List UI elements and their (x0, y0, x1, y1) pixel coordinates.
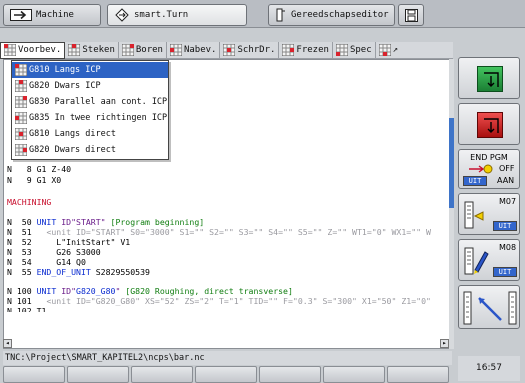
menu-frezen[interactable]: Frezen (279, 41, 333, 59)
grid-cycle-icon (335, 44, 348, 56)
bottom-softkey-row (3, 366, 449, 383)
tab-tool-editor[interactable]: Gereedschapseditor (268, 4, 395, 26)
coolant-pen-icon (464, 247, 489, 275)
dropdown-item-g810-icp[interactable]: G810 Langs ICP (12, 62, 168, 78)
dropdown-item-g835[interactable]: G835 In twee richtingen ICP (12, 110, 168, 126)
end-pgm-label: END PGM (470, 153, 508, 162)
code-line-50: N 50 UNIT ID"START" [Program beginning] (7, 217, 205, 227)
grid-cycle-icon (15, 128, 27, 140)
nc-stop-softkey[interactable] (458, 103, 520, 145)
dropdown-item-g810-direct[interactable]: G810 Langs direct (12, 126, 168, 142)
menu-voorbev[interactable]: Voorbev. (0, 41, 66, 59)
grid-cycle-icon (169, 44, 182, 56)
code-line-100: N 100 UNIT ID"G820_G80" [G820 Roughing, … (7, 286, 293, 296)
section-machining: MACHINING (7, 197, 52, 207)
m07-label: M07 (499, 197, 517, 206)
tab-label: Machine (36, 10, 74, 20)
softkey-5[interactable] (259, 366, 321, 383)
grid-cycle-icon (15, 80, 27, 92)
softkey-6[interactable] (323, 366, 385, 383)
tab-label: smart.Turn (134, 10, 189, 20)
nc-start-softkey[interactable] (458, 57, 520, 99)
softkey-2[interactable] (67, 366, 129, 383)
dropdown-item-g820-direct[interactable]: G820 Dwars direct (12, 142, 168, 158)
aan-label: AAN (497, 176, 515, 185)
code-line-9: N 9 G1 X0 (7, 175, 62, 185)
grid-cycle-icon (15, 64, 27, 76)
code-line-101: N 101 <unit ID="G820_G80" XS="52" ZS="2"… (7, 296, 431, 306)
code-line-102: N 102 T1 (7, 306, 47, 312)
code-line-8: N 8 G1 Z-40 (7, 164, 72, 174)
scrollbar-thumb[interactable] (449, 118, 454, 208)
scale-softkey[interactable] (458, 285, 520, 329)
nc-start-icon (477, 66, 503, 92)
arrow-toggle-icon (469, 164, 493, 174)
softkey-7[interactable] (387, 366, 449, 383)
grid-cycle-icon (121, 44, 134, 56)
code-line-53: N 53 G26 S3000 (7, 247, 101, 257)
menu-more[interactable]: ↗ (376, 42, 401, 59)
mode-tab-bar: Machine smart.Turn Gereedschapseditor (0, 0, 525, 28)
grid-cycle-icon (378, 44, 391, 56)
scroll-left-button[interactable]: ◂ (3, 339, 12, 348)
file-path-status: TNC:\Project\SMART_KAPITEL2\ncps\bar.nc (3, 351, 452, 365)
grid-cycle-icon (282, 44, 295, 56)
grid-cycle-icon (15, 144, 27, 156)
menu-schrdr[interactable]: SchrDr. (220, 41, 280, 59)
clock: 16:57 (458, 356, 520, 381)
off-label: OFF (499, 164, 515, 173)
grid-cycle-icon (15, 96, 27, 108)
tab-save[interactable] (398, 4, 424, 26)
m08-label: M08 (499, 243, 517, 252)
grid-cycle-icon (223, 44, 236, 56)
softkey-1[interactable] (3, 366, 65, 383)
voorbev-dropdown-menu: G810 Langs ICP G820 Dwars ICP G830 Paral… (11, 60, 169, 160)
uit-badge: UIT (493, 221, 517, 231)
code-line-54: N 54 G14 Q0 (7, 257, 86, 267)
tab-machine[interactable]: Machine (3, 4, 101, 26)
code-line-55: N 55 END_OF_UNIT S2829550539 (7, 267, 150, 277)
save-disk-icon (405, 8, 418, 22)
code-line-52: N 52 L"InitStart" V1 (7, 237, 131, 247)
softkey-3[interactable] (131, 366, 193, 383)
menu-nabev[interactable]: Nabev. (167, 41, 221, 59)
m08-softkey[interactable]: M08 UIT (458, 239, 520, 281)
dropdown-item-g830[interactable]: G830 Parallel aan cont. ICP (12, 94, 168, 110)
coolant-icon (464, 201, 484, 229)
cycle-menu-bar: Voorbev. Steken Boren Nabev. SchrDr. Fre… (0, 41, 453, 59)
uit-badge: UIT (463, 176, 487, 186)
tab-smart-turn[interactable]: smart.Turn (107, 4, 247, 26)
smart-turn-icon (115, 8, 129, 22)
menu-spec[interactable]: Spec (333, 41, 376, 59)
grid-cycle-icon (15, 112, 27, 124)
code-line-51: N 51 <unit ID="START" S0="3000" S1="" S2… (7, 227, 431, 237)
machine-arrow-icon (10, 9, 32, 21)
m07-softkey[interactable]: M07 UIT (458, 193, 520, 235)
tool-editor-icon (276, 8, 285, 22)
end-pgm-softkey[interactable]: END PGM OFF UIT AAN (458, 149, 520, 189)
grid-cycle-icon (4, 44, 16, 56)
scale-diagonal-icon (463, 291, 517, 325)
uit-badge: UIT (493, 267, 517, 277)
menu-steken[interactable]: Steken (65, 41, 119, 59)
nc-stop-icon (477, 112, 503, 138)
tab-label: Gereedschapseditor (291, 10, 389, 20)
dropdown-item-g820-icp[interactable]: G820 Dwars ICP (12, 78, 168, 94)
softkey-4[interactable] (195, 366, 257, 383)
scroll-right-button[interactable]: ▸ (440, 339, 449, 348)
menu-boren[interactable]: Boren (119, 41, 167, 59)
grid-cycle-icon (68, 44, 81, 56)
